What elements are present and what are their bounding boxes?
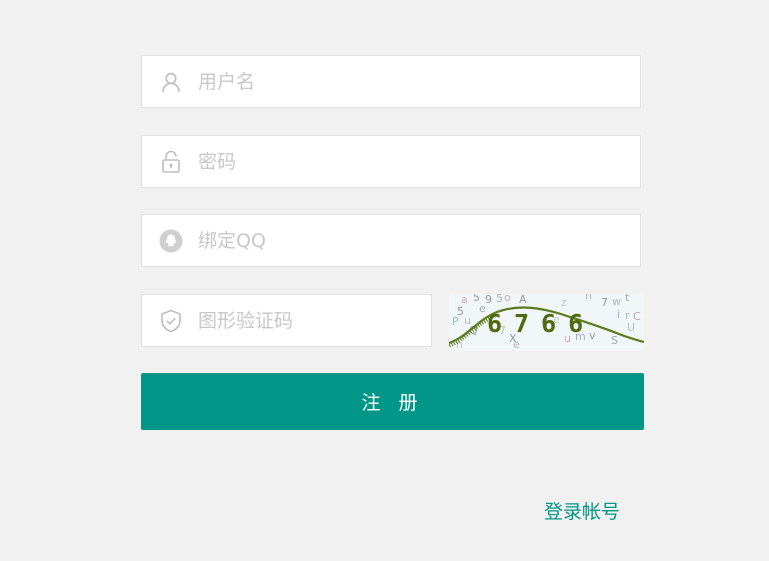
svg-text:P: P	[452, 315, 459, 328]
svg-text:U: U	[627, 321, 635, 334]
svg-text:o: o	[504, 294, 511, 304]
captcha-noise: a 5 9 5 o A 5 e z n 7 w t P u Q 7 X d e	[449, 294, 644, 351]
svg-text:t: t	[625, 294, 630, 304]
username-input[interactable]	[198, 56, 640, 107]
qq-field[interactable]	[141, 214, 641, 267]
qq-icon	[142, 215, 200, 266]
svg-text:7: 7	[601, 296, 608, 309]
captcha-image[interactable]: a 5 9 5 o A 5 e z n 7 w t P u Q 7 X d e	[449, 294, 644, 351]
register-button[interactable]: 注 册	[141, 373, 644, 430]
user-icon	[142, 56, 200, 107]
captcha-input[interactable]	[198, 295, 441, 346]
username-field[interactable]	[141, 55, 641, 108]
svg-text:e: e	[479, 302, 486, 315]
lock-icon	[142, 136, 200, 187]
svg-text:n: n	[585, 294, 592, 302]
password-input[interactable]	[198, 136, 640, 187]
qq-input[interactable]	[198, 215, 640, 266]
svg-text:S: S	[611, 334, 618, 347]
svg-text:e: e	[513, 338, 520, 351]
login-link[interactable]: 登录帐号	[544, 497, 620, 524]
password-field[interactable]	[141, 135, 641, 188]
shield-check-icon	[142, 295, 200, 346]
svg-text:9: 9	[485, 294, 492, 306]
svg-text:i: i	[617, 308, 620, 321]
svg-text:5: 5	[496, 294, 503, 305]
svg-text:z: z	[561, 296, 567, 309]
svg-text:A: A	[519, 294, 527, 306]
captcha-text: 6766	[487, 309, 595, 338]
captcha-field[interactable]	[141, 294, 441, 347]
svg-text:w: w	[612, 295, 621, 308]
